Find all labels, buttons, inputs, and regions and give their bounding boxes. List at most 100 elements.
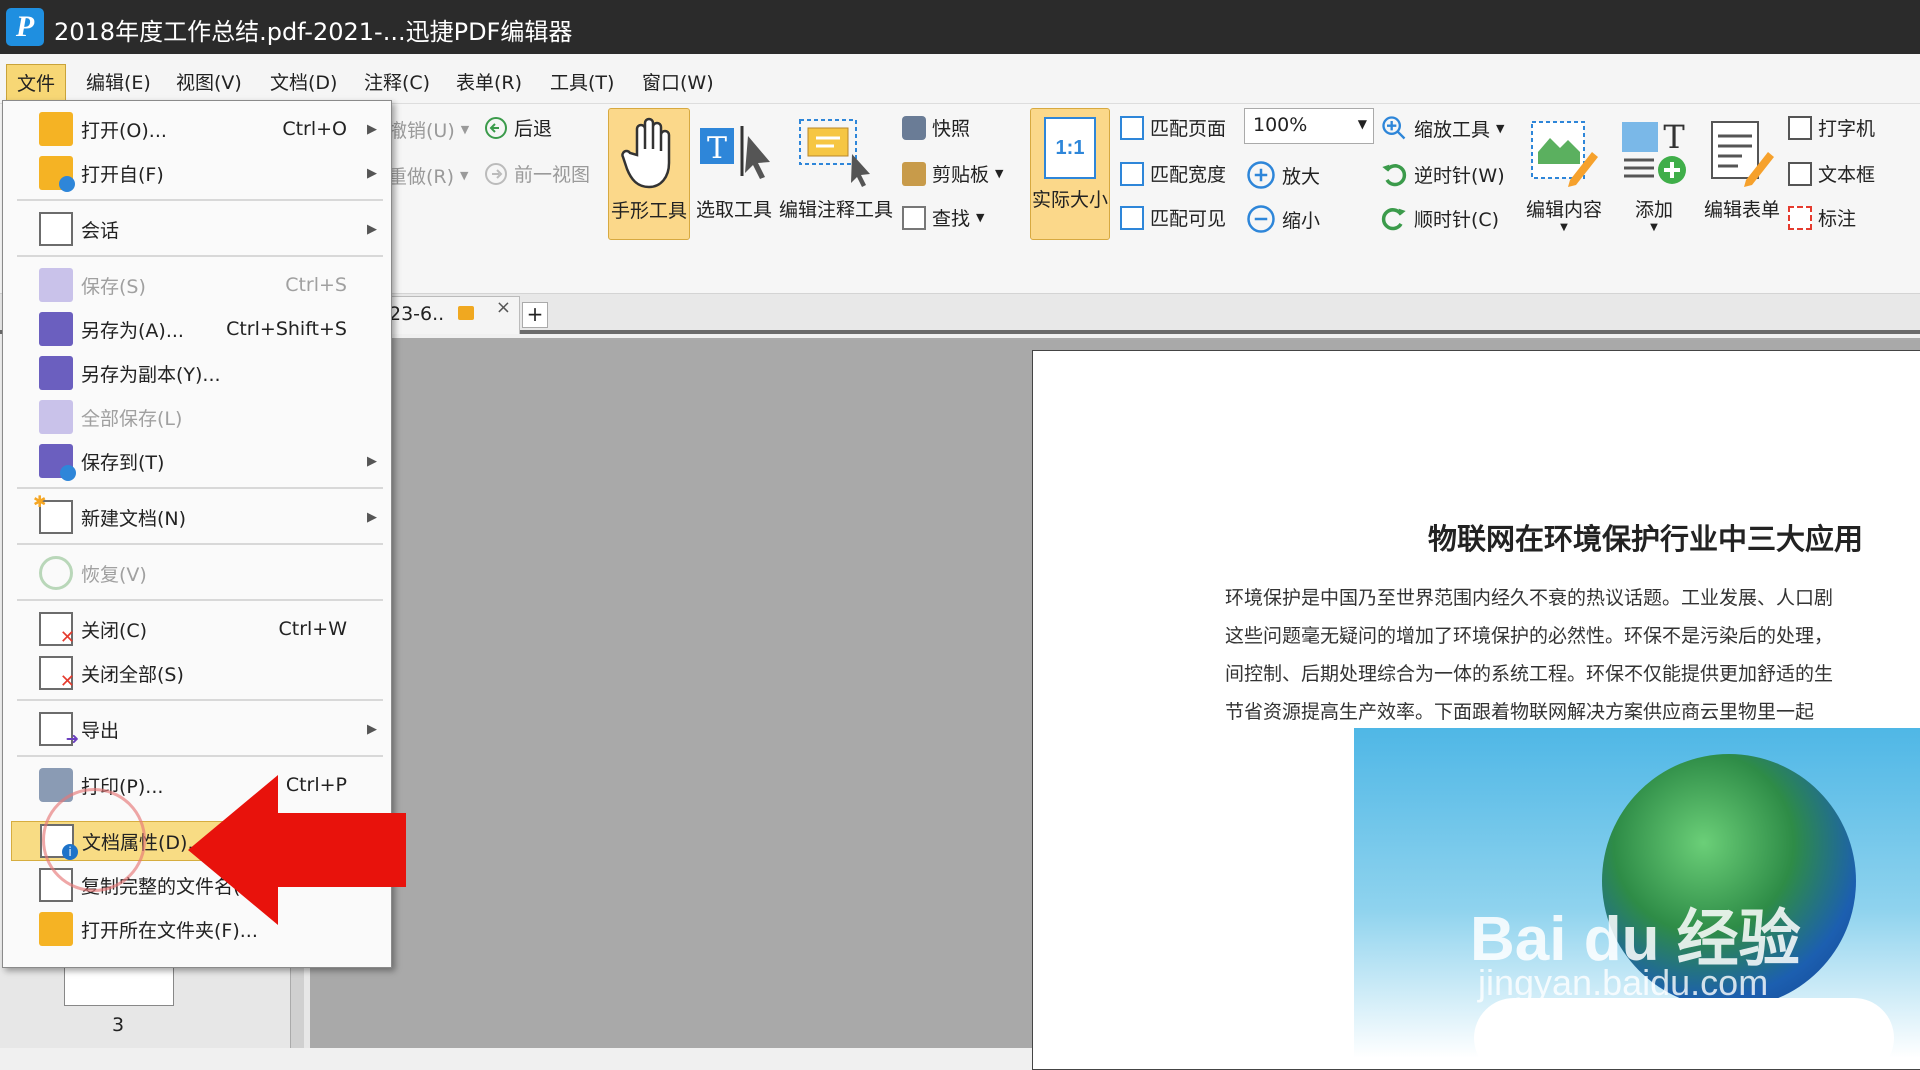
save-all-icon (39, 400, 73, 434)
document-tab[interactable]: 23-6.. × (380, 296, 520, 334)
menu-shortcut: Ctrl+Shift+S (226, 318, 347, 340)
fit-width-button[interactable]: 匹配宽度 (1120, 160, 1226, 187)
submenu-arrow-icon: ▶ (367, 721, 377, 737)
globe-icon (60, 465, 76, 481)
redo-button[interactable]: 重做(R) ▼ (388, 162, 469, 189)
menu-edit[interactable]: 编辑(E) (76, 64, 161, 99)
menu-open-from[interactable]: 打开自(F) ▶ (11, 153, 383, 193)
zoom-in-label: 放大 (1282, 165, 1321, 188)
menu-new-document[interactable]: ✱ 新建文档(N) ▶ (11, 492, 383, 537)
clipboard-label: 剪贴板 (932, 164, 990, 186)
prev-view-button[interactable]: 前一视图 (484, 160, 590, 187)
fit-visible-button[interactable]: 匹配可见 (1120, 204, 1226, 231)
menu-save-all[interactable]: 全部保存(L) (11, 397, 383, 437)
add-label: 添加 (1634, 199, 1673, 221)
star-icon: ✱ (33, 492, 47, 511)
redo-label: 重做(R) (388, 166, 455, 188)
zoom-in-icon (1247, 161, 1275, 189)
zoom-in-button[interactable]: 放大 (1246, 160, 1320, 190)
document-line: 这些问题毫无疑问的增加了环境保护的必然性。环保不是污染后的处理， (1225, 625, 1834, 647)
menu-close[interactable]: ✕ 关闭(C) Ctrl+W (11, 609, 383, 649)
menu-separator (17, 255, 383, 257)
menu-label: 另存为(A)... (81, 319, 184, 342)
callout-icon (1788, 205, 1812, 230)
edit-content-button[interactable]: 编辑内容 ▼ (1520, 108, 1608, 240)
document-line: 环境保护是中国乃至世界范围内经久不衰的热议话题。工业发展、人口剧 (1225, 587, 1834, 609)
back-arrow-icon (485, 116, 507, 139)
menu-export[interactable]: ➜ 导出 ▶ (11, 709, 383, 749)
zoom-out-button[interactable]: 缩小 (1246, 204, 1320, 234)
menu-label: 保存(S) (81, 275, 146, 298)
find-button[interactable]: 查找 ▼ (902, 204, 984, 231)
new-tab-button[interactable]: + (522, 302, 548, 328)
menu-file[interactable]: 文件 (6, 64, 67, 101)
menu-comment[interactable]: 注释(C) (354, 64, 440, 99)
close-document-icon: ✕ (39, 612, 75, 648)
snapshot-button[interactable]: 快照 (902, 114, 970, 141)
menu-shortcut: Ctrl+S (285, 274, 347, 296)
globe-icon (59, 176, 75, 192)
fit-width-label: 匹配宽度 (1150, 164, 1227, 186)
folder-web-icon (39, 156, 75, 192)
menu-label: 打开(O)... (81, 119, 167, 142)
magnifier-icon (1382, 116, 1406, 140)
menu-view[interactable]: 视图(V) (166, 64, 252, 99)
select-tool-button[interactable]: T 选取工具 (694, 108, 774, 240)
menu-label: 保存到(T) (81, 451, 165, 474)
textbox-button[interactable]: 文本框 (1788, 160, 1875, 187)
typewriter-button[interactable]: 打字机 (1788, 114, 1875, 141)
rotate-ccw-button[interactable]: 逆时针(W) (1380, 160, 1505, 188)
clipboard-button[interactable]: 剪贴板 ▼ (902, 160, 1003, 187)
document-heading: 物联网在环境保护行业中三大应用 (1428, 522, 1864, 556)
click-highlight-ring (42, 788, 146, 892)
add-button[interactable]: T 添加 ▼ (1612, 108, 1696, 240)
callout-label: 标注 (1818, 208, 1857, 230)
dropdown-icon: ▼ (1650, 222, 1658, 233)
fit-page-button[interactable]: 匹配页面 (1120, 114, 1226, 141)
camera-icon (902, 115, 926, 140)
menu-save[interactable]: 保存(S) Ctrl+S (11, 265, 383, 305)
window-title: 2018年度工作总结.pdf-2021-...迅捷PDF编辑器 (54, 18, 573, 46)
menu-session[interactable]: 会话 ▶ (11, 209, 383, 249)
menu-open[interactable]: 打开(O)... Ctrl+O ▶ (11, 109, 383, 149)
menu-close-all[interactable]: ✕ 关闭全部(S) (11, 653, 383, 693)
menu-window[interactable]: 窗口(W) (632, 64, 724, 99)
edit-form-button[interactable]: 编辑表单 (1700, 108, 1784, 240)
menu-label: 新建文档(N) (81, 507, 187, 530)
zoom-select[interactable]: 100% ▼ (1244, 108, 1374, 144)
tab-close-icon[interactable]: × (496, 297, 511, 318)
menu-save-as[interactable]: 另存为(A)... Ctrl+Shift+S (11, 309, 383, 349)
edit-annotation-tool-button[interactable]: 编辑注释工具 (778, 108, 894, 240)
callout-button[interactable]: 标注 (1788, 204, 1856, 231)
close-icon: ✕ (59, 671, 75, 692)
add-content-icon: T (1622, 118, 1686, 184)
fit-page-icon (1120, 115, 1144, 140)
hand-tool-button[interactable]: 手形工具 (608, 108, 690, 240)
hand-icon (621, 117, 671, 189)
export-icon: ➜ (39, 712, 79, 748)
edit-content-label: 编辑内容 (1525, 199, 1602, 221)
menu-save-to[interactable]: 保存到(T) ▶ (11, 441, 383, 481)
select-tool-label: 选取工具 (695, 199, 772, 221)
menu-save-copy[interactable]: 另存为副本(Y)... (11, 353, 383, 393)
undo-button[interactable]: 撤销(U) ▼ (388, 116, 469, 143)
menu-document[interactable]: 文档(D) (260, 64, 347, 99)
back-button[interactable]: 后退 (484, 114, 552, 141)
menu-form[interactable]: 表单(R) (446, 64, 532, 99)
red-arrow-icon (188, 775, 406, 925)
zoom-tool-button[interactable]: 缩放工具 ▼ (1380, 114, 1504, 142)
menu-separator (17, 599, 383, 601)
menu-separator (17, 487, 383, 489)
tab-label: 23-6.. (389, 303, 445, 325)
menu-label: 关闭全部(S) (81, 663, 184, 686)
rotate-cw-button[interactable]: 顺时针(C) (1380, 204, 1499, 232)
menu-tools[interactable]: 工具(T) (540, 64, 624, 99)
typewriter-label: 打字机 (1818, 118, 1876, 140)
submenu-arrow-icon: ▶ (367, 165, 377, 181)
fit-visible-label: 匹配可见 (1150, 208, 1227, 230)
actual-size-button[interactable]: 1:1 实际大小 (1030, 108, 1110, 240)
menu-revert[interactable]: 恢复(V) (11, 553, 383, 593)
save-as-icon (39, 312, 73, 346)
app-logo-icon: P (6, 8, 44, 46)
menu-separator (17, 699, 383, 701)
